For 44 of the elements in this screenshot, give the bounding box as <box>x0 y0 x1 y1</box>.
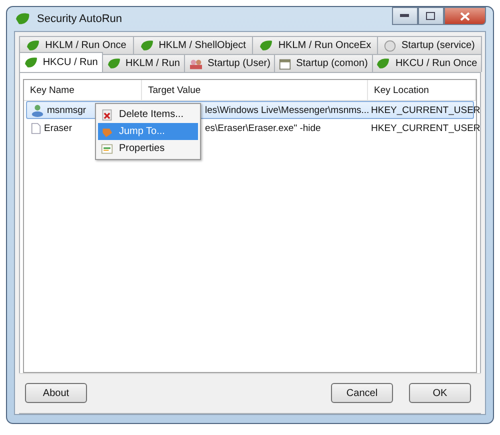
minimize-icon <box>400 14 410 18</box>
column-header[interactable]: Target Value <box>142 80 368 100</box>
file-icon <box>31 122 41 134</box>
delete-icon <box>101 108 113 120</box>
disc-icon <box>384 40 396 52</box>
about-button[interactable]: About <box>25 383 87 403</box>
column-header[interactable]: Key Location <box>368 80 476 100</box>
tab[interactable]: Startup (comon) <box>274 54 373 72</box>
leaf-icon <box>106 58 120 70</box>
dialog-button[interactable]: OK <box>409 383 471 403</box>
window-title: Security AutoRun <box>37 13 122 25</box>
tab[interactable]: HKCU / Run Once <box>372 54 482 72</box>
leaf-icon <box>24 56 38 68</box>
close-button[interactable] <box>444 7 486 25</box>
minimize-button[interactable] <box>392 7 418 25</box>
maximize-button[interactable] <box>418 7 444 25</box>
tab[interactable]: Startup (service) <box>377 36 482 54</box>
target-value: les\Windows Live\Messenger\msnms... <box>205 104 370 116</box>
tab[interactable]: Startup (User) <box>184 54 276 72</box>
column-header[interactable]: Key Name <box>24 80 142 100</box>
leaf-icon <box>259 40 274 52</box>
close-icon <box>460 12 470 20</box>
leaf-icon <box>26 40 40 52</box>
dialog-button[interactable]: Cancel <box>331 383 393 403</box>
tab[interactable]: HKLM / ShellObject <box>132 36 254 54</box>
tab[interactable]: HKLM / Run Once <box>19 36 134 54</box>
menu-item[interactable]: Delete Items... <box>98 106 198 123</box>
tab[interactable]: HKLM / Run OnceEx <box>252 36 378 54</box>
person-icon <box>31 104 44 116</box>
leaf-icon <box>15 12 31 26</box>
maximize-icon <box>426 12 436 20</box>
tab[interactable]: HKLM / Run <box>102 54 185 72</box>
users-icon <box>188 58 203 70</box>
key-location: HKEY_CURRENT_USER <box>371 104 480 116</box>
tab[interactable]: HKCU / Run <box>19 52 103 72</box>
calendar-icon <box>279 58 292 70</box>
target-value: es\Eraser\Eraser.exe" -hide <box>205 122 321 134</box>
key-name: Eraser <box>44 122 72 134</box>
leaf-icon <box>140 40 154 52</box>
leaf-icon <box>376 58 390 70</box>
menu-item[interactable]: Properties <box>98 140 198 157</box>
key-name: msnmsgr <box>47 104 86 116</box>
key-location: HKEY_CURRENT_USER <box>371 122 480 134</box>
properties-icon <box>101 142 113 154</box>
